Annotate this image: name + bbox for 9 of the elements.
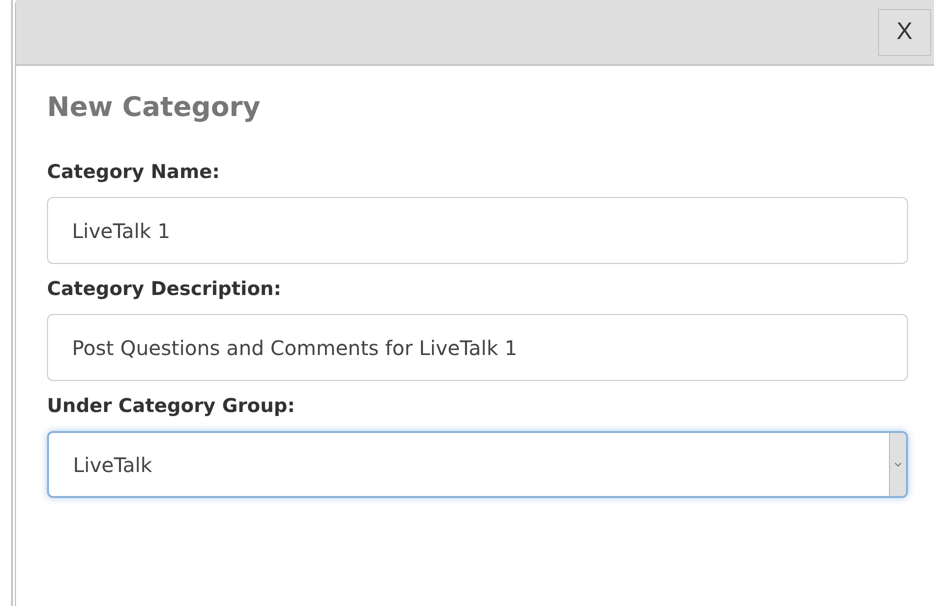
- dialog-title: New Category: [47, 91, 262, 125]
- field-label: Under Category Group:: [47, 395, 296, 417]
- field-label: Category Description:: [47, 278, 282, 300]
- dropdown-field[interactable]: LiveTalk: [47, 431, 908, 498]
- input-field[interactable]: Post Questions and Comments for LiveTalk 1: [47, 314, 908, 381]
- chevron-down-icon: [894, 462, 902, 467]
- close-button[interactable]: X: [878, 8, 931, 56]
- field-label: Category Name:: [47, 161, 221, 183]
- input-field[interactable]: LiveTalk 1: [47, 197, 908, 264]
